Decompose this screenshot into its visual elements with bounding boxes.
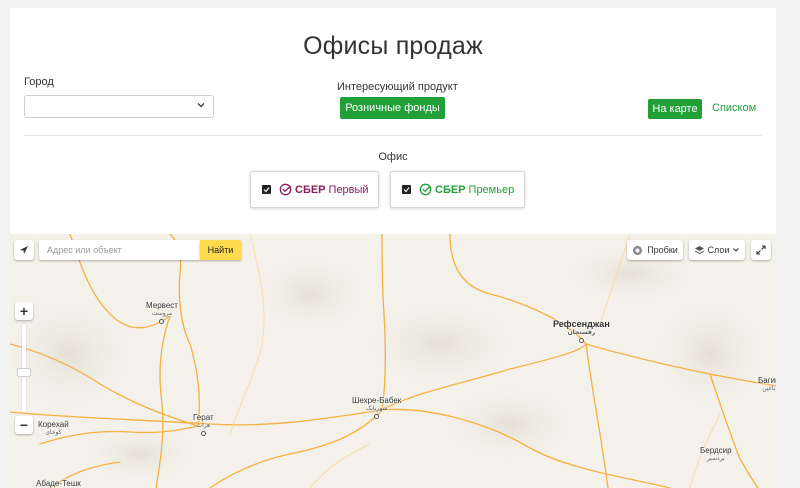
brand-name: СБЕР	[295, 183, 326, 196]
city-name: Шехре-Бабек	[352, 396, 402, 405]
sales-offices-page: Офисы продаж Город Интересующий продукт …	[10, 8, 776, 488]
zoom-out-button[interactable]: −	[15, 416, 33, 434]
fullscreen-button[interactable]	[751, 240, 771, 260]
view-map-button[interactable]: На карте	[648, 99, 702, 119]
view-list-link[interactable]: Списком	[712, 102, 756, 114]
office-option-sber-premier[interactable]: СБЕР Премьер	[390, 171, 525, 208]
map-city-label[interactable]: Абаде-Тешк	[36, 479, 81, 488]
expand-icon	[756, 245, 766, 255]
city-name: Мервест	[146, 301, 178, 310]
city-native-name: بردسیر	[706, 456, 725, 462]
city-marker	[578, 338, 584, 343]
city-marker	[159, 319, 165, 324]
checkbox-checked[interactable]	[402, 185, 411, 194]
map-city-label[interactable]: Мервест مروست	[146, 301, 178, 324]
city-marker	[200, 431, 206, 436]
traffic-light-icon	[633, 245, 643, 255]
zoom-in-button[interactable]: +	[15, 302, 33, 320]
map-city-label[interactable]: Шехре-Бабек شهربابک	[352, 396, 401, 419]
city-name: Багин	[758, 376, 776, 385]
navigation-arrow-icon	[20, 246, 28, 254]
city-name: Абаде-Тешк	[36, 479, 81, 488]
traffic-button[interactable]: Пробки	[627, 240, 683, 260]
layers-button-label: Слои	[707, 245, 730, 255]
layers-button[interactable]: Слои	[689, 240, 745, 260]
divider	[24, 135, 762, 136]
map-city-label[interactable]: Рефсенджан رفسنجان	[553, 320, 610, 343]
city-name: Корехай	[38, 420, 69, 429]
page-title: Офисы продаж	[303, 32, 483, 60]
zoom-slider-handle[interactable]	[17, 368, 31, 377]
map-terrain	[10, 234, 776, 488]
checkbox-checked[interactable]	[262, 185, 271, 194]
brand-sub: Первый	[328, 183, 369, 196]
map-search-input[interactable]	[39, 240, 200, 260]
brand-name: СБЕР	[435, 183, 466, 196]
sber-logo-icon	[419, 183, 432, 196]
city-native-name: باغین	[762, 386, 776, 392]
geolocation-button[interactable]	[14, 240, 34, 260]
brand-sub: Премьер	[468, 183, 515, 196]
chevron-down-icon	[197, 103, 205, 108]
traffic-button-label: Пробки	[647, 245, 678, 255]
product-retail-funds-button[interactable]: Розничные фонды	[340, 97, 445, 119]
map-find-button[interactable]: Найти	[200, 240, 241, 260]
sber-premier-logo: СБЕР Премьер	[419, 183, 514, 196]
city-native-name: رفسنجان	[567, 330, 596, 336]
map[interactable]: Найти Пробки Слои + − Мервест	[10, 234, 776, 488]
city-name: Рефсенджан	[553, 319, 610, 329]
city-select[interactable]	[24, 95, 214, 118]
city-native-name: هرات	[196, 423, 211, 429]
product-label: Интересующий продукт	[337, 81, 458, 93]
city-marker	[374, 414, 380, 419]
map-city-label[interactable]: Багин باغین	[758, 376, 776, 394]
city-name: Герат	[193, 413, 214, 422]
chevron-down-icon	[733, 248, 740, 252]
city-name: Бердсир	[700, 446, 732, 455]
sber-logo-icon	[279, 183, 292, 196]
city-label: Город	[24, 76, 54, 88]
sber-first-logo: СБЕР Первый	[279, 183, 369, 196]
office-label: Офис	[378, 151, 408, 163]
map-city-label[interactable]: Корехай کوخای	[38, 420, 69, 438]
layers-icon	[694, 246, 704, 255]
map-city-label[interactable]: Герат هرات	[193, 413, 214, 436]
map-city-label[interactable]: Бердсир بردسیر	[700, 446, 732, 464]
city-native-name: شهربابک	[365, 406, 388, 412]
city-native-name: کوخای	[45, 430, 62, 436]
office-option-sber-first[interactable]: СБЕР Первый	[250, 171, 379, 208]
city-native-name: مروست	[151, 311, 173, 317]
